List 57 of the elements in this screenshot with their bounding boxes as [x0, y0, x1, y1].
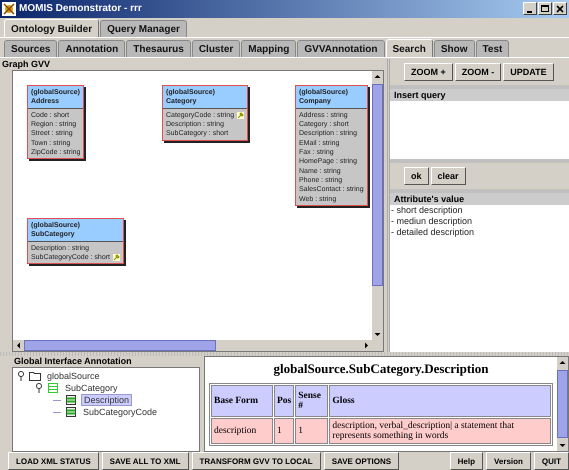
- tab[interactable]: Annotation: [58, 40, 126, 57]
- column-header: Base Form: [211, 385, 273, 418]
- table-cell: 1: [295, 418, 328, 444]
- tab[interactable]: Test: [476, 40, 510, 57]
- tab[interactable]: Show: [434, 40, 475, 57]
- tab[interactable]: Ontology Builder: [4, 18, 100, 37]
- table-icon: [47, 382, 59, 394]
- column-header: Sense #: [295, 385, 328, 418]
- table-cell: description, verbal_description| a statement that represents something in words: [329, 418, 551, 444]
- column-header: Gloss: [329, 385, 551, 418]
- footer-button[interactable]: LOAD XML STATUS: [8, 452, 99, 470]
- table-cell: description: [211, 418, 273, 444]
- footer-button[interactable]: Version: [486, 452, 531, 470]
- section-title: Attribute's value: [390, 192, 569, 205]
- gloss-heading: globalSource.SubCategory.Description: [272, 361, 490, 378]
- tree-item[interactable]: Description: [81, 394, 132, 406]
- maximize-icon[interactable]: [538, 2, 552, 16]
- tab[interactable]: Mapping: [241, 40, 296, 57]
- close-icon[interactable]: [553, 2, 567, 16]
- minimize-icon[interactable]: [523, 2, 537, 16]
- footer-button[interactable]: SAVE ALL TO XML: [102, 452, 188, 470]
- query-button[interactable]: clear: [430, 166, 466, 185]
- footer-button[interactable]: TRANSFORM GVV TO LOCAL: [192, 452, 321, 470]
- footer-button[interactable]: QUIT: [534, 452, 569, 470]
- tab[interactable]: GVVAnnotation: [297, 40, 385, 57]
- field-icon: [65, 406, 77, 418]
- query-button[interactable]: ok: [404, 166, 429, 185]
- query-field[interactable]: [390, 100, 569, 159]
- footer-button[interactable]: Help: [450, 452, 483, 470]
- attribute-value[interactable]: - short description: [390, 204, 569, 216]
- tree-item[interactable]: SubCategory: [63, 383, 120, 394]
- tree-item[interactable]: SubCategoryCode: [81, 407, 160, 418]
- tab[interactable]: Thesaurus: [126, 40, 191, 57]
- toolbar-button[interactable]: ZOOM +: [404, 62, 453, 81]
- toolbar-button[interactable]: UPDATE: [503, 62, 554, 81]
- field-icon: [65, 394, 77, 406]
- app-icon: [2, 2, 16, 16]
- scroll-thumb[interactable]: [557, 370, 568, 438]
- scroll-thumb[interactable]: [24, 340, 216, 352]
- table-cell: 1: [274, 418, 294, 444]
- expanded-toggle-icon[interactable]: [17, 371, 25, 382]
- scroll-thumb[interactable]: [372, 84, 383, 286]
- tab[interactable]: Query Manager: [100, 20, 187, 37]
- tab[interactable]: Cluster: [192, 40, 240, 57]
- folder-icon: [29, 370, 41, 382]
- window-title: MOMIS Demonstrator - rrr: [19, 3, 142, 14]
- expanded-toggle-icon[interactable]: [35, 383, 43, 394]
- column-header: Pos: [274, 385, 294, 418]
- toolbar-button[interactable]: ZOOM -: [454, 62, 502, 81]
- footer-button[interactable]: SAVE OPTIONS: [324, 452, 400, 470]
- tab[interactable]: Search: [386, 38, 433, 57]
- attribute-value[interactable]: - mediun description: [390, 216, 569, 227]
- tab[interactable]: Sources: [4, 40, 58, 57]
- vertical-scrollbar[interactable]: [557, 357, 568, 452]
- tree-item[interactable]: globalSource: [45, 371, 102, 382]
- section-title: Insert query: [390, 88, 569, 101]
- attribute-value[interactable]: - detailed description: [390, 226, 569, 238]
